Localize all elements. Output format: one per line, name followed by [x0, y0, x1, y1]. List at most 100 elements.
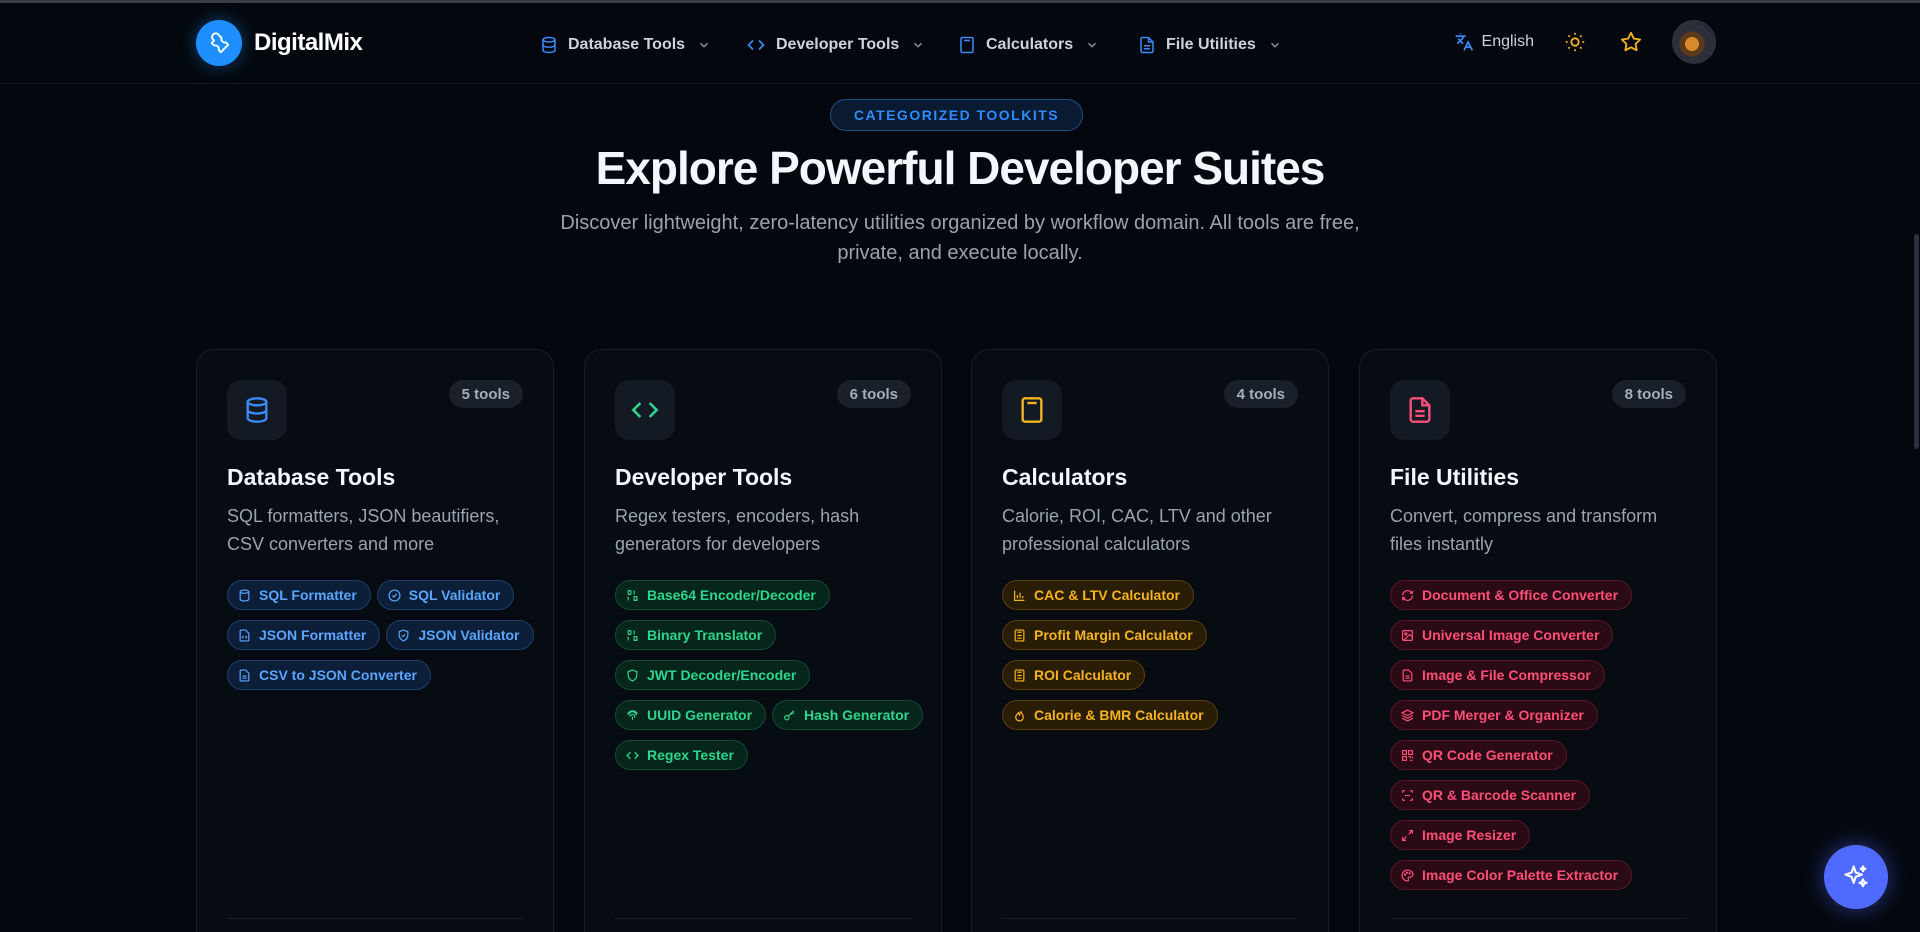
tool-tag-label: Calorie & BMR Calculator	[1034, 707, 1204, 723]
file-text-icon	[1402, 668, 1413, 682]
shield-check-icon	[398, 628, 409, 642]
nav-calculators[interactable]: Calculators	[946, 25, 1126, 65]
nav-label: Calculators	[986, 36, 1074, 53]
chevron-down-icon	[700, 42, 709, 48]
tool-tag-label: QR Code Generator	[1422, 747, 1553, 763]
fingerprint-icon	[627, 709, 638, 720]
card-description: Convert, compress and transform files in…	[1390, 506, 1658, 554]
tool-tag-label: Regex Tester	[647, 747, 734, 763]
nav-label: File Utilities	[1166, 36, 1256, 53]
nav-database-tools[interactable]: Database Tools	[528, 25, 734, 65]
category-card-database-tools[interactable]: 5 tools Database Tools SQL formatters, J…	[196, 349, 554, 932]
tool-tag-label: Binary Translator	[647, 627, 763, 643]
tool-tag-label: Image Color Palette Extractor	[1422, 867, 1619, 883]
tool-tag-jwt-decoder-encoder[interactable]: JWT Decoder/Encoder	[615, 660, 811, 690]
language-label: English	[1481, 33, 1534, 50]
database-icon	[227, 380, 287, 440]
resize-icon	[1402, 829, 1413, 841]
database-icon	[542, 36, 556, 54]
tool-tag-uuid-generator[interactable]: UUID Generator	[615, 700, 767, 730]
tool-tag-label: CSV to JSON Converter	[259, 667, 417, 683]
tool-tag-pdf-merger-organizer[interactable]: PDF Merger & Organizer	[1390, 700, 1598, 730]
category-card-developer-tools[interactable]: 6 tools Developer Tools Regex testers, e…	[584, 349, 942, 932]
calculator-icon	[1002, 380, 1062, 440]
tool-tag-label: Document & Office Converter	[1422, 587, 1619, 603]
tool-tag-label: Image Resizer	[1422, 827, 1517, 843]
tool-tag-list: Base64 Encoder/Decoder Binary Translator…	[615, 580, 925, 770]
file-text-icon	[239, 668, 250, 682]
card-description: Calorie, ROI, CAC, LTV and other profess…	[1002, 506, 1272, 554]
theme-toggle-button[interactable]	[1560, 27, 1590, 57]
brand-logo[interactable]: DigitalMix	[196, 20, 363, 66]
tool-tag-qr-barcode-scanner[interactable]: QR & Barcode Scanner	[1390, 780, 1591, 810]
tool-tag-calorie-bmr-calculator[interactable]: Calorie & BMR Calculator	[1002, 700, 1218, 730]
brand-name: DigitalMix	[254, 29, 363, 56]
database-icon	[239, 588, 250, 602]
tool-tag-image-file-compressor[interactable]: Image & File Compressor	[1390, 660, 1605, 690]
file-icon	[1390, 380, 1450, 440]
tool-tag-qr-code-generator[interactable]: QR Code Generator	[1390, 740, 1567, 770]
card-divider	[615, 918, 911, 919]
tool-tag-label: Universal Image Converter	[1422, 627, 1600, 643]
tool-count-badge: 5 tools	[448, 380, 523, 408]
tool-tag-json-formatter[interactable]: JSON Formatter	[227, 620, 381, 650]
chevron-down-icon	[1088, 42, 1097, 48]
tool-tag-document-office-converter[interactable]: Document & Office Converter	[1390, 580, 1633, 610]
code-icon	[747, 39, 765, 51]
tool-count-badge: 6 tools	[836, 380, 911, 408]
category-card-calculators[interactable]: 4 tools Calculators Calorie, ROI, CAC, L…	[971, 349, 1329, 932]
tool-tag-roi-calculator[interactable]: ROI Calculator	[1002, 660, 1146, 690]
bar-chart-icon	[1014, 590, 1025, 601]
code-icon	[626, 751, 639, 759]
tool-tag-label: SQL Validator	[408, 587, 501, 603]
card-description: SQL formatters, JSON beautifiers, CSV co…	[227, 506, 500, 554]
wrench-icon	[196, 20, 242, 66]
tool-tag-cac-ltv-calculator[interactable]: CAC & LTV Calculator	[1002, 580, 1194, 610]
chevron-down-icon	[914, 42, 923, 48]
language-selector[interactable]: English	[1454, 32, 1534, 52]
card-divider	[1002, 918, 1298, 919]
sparkles-icon	[1844, 865, 1868, 888]
code-icon	[615, 380, 675, 440]
tool-tag-profit-margin-calculator[interactable]: Profit Margin Calculator	[1002, 620, 1207, 650]
tool-tag-regex-tester[interactable]: Regex Tester	[615, 740, 748, 770]
favorites-button[interactable]	[1616, 27, 1646, 57]
tool-tag-hash-generator[interactable]: Hash Generator	[772, 700, 924, 730]
ai-assistant-button[interactable]	[1824, 845, 1888, 909]
card-title: File Utilities	[1390, 464, 1520, 490]
tool-tag-csv-to-json-converter[interactable]: CSV to JSON Converter	[227, 660, 431, 690]
binary-icon	[627, 589, 638, 601]
tool-tag-binary-translator[interactable]: Binary Translator	[615, 620, 777, 650]
tool-tag-image-color-palette-extractor[interactable]: Image Color Palette Extractor	[1390, 860, 1633, 890]
tool-tag-image-resizer[interactable]: Image Resizer	[1390, 820, 1531, 850]
tool-tag-sql-formatter[interactable]: SQL Formatter	[227, 580, 371, 610]
tool-tag-list: Document & Office Converter Universal Im…	[1390, 580, 1700, 890]
tool-tag-base64-encoder-decoder[interactable]: Base64 Encoder/Decoder	[615, 580, 830, 610]
scrollbar-thumb[interactable]	[1914, 234, 1919, 449]
card-description: Regex testers, encoders, hash generators…	[615, 506, 860, 554]
tool-tag-sql-validator[interactable]: SQL Validator	[376, 580, 515, 610]
page-scrollbar[interactable]	[1912, 84, 1920, 932]
card-divider	[1390, 918, 1686, 919]
tool-tag-label: Image & File Compressor	[1422, 667, 1591, 683]
category-card-file-utilities[interactable]: 8 tools File Utilities Convert, compress…	[1359, 349, 1717, 932]
calculator-icon	[1014, 628, 1025, 642]
tool-tag-label: CAC & LTV Calculator	[1034, 587, 1180, 603]
layers-icon	[1401, 708, 1414, 722]
tool-tag-json-validator[interactable]: JSON Validator	[386, 620, 534, 650]
tool-tag-list: SQL Formatter SQL Validator JSON Formatt…	[227, 580, 537, 690]
nav-file-utilities[interactable]: File Utilities	[1126, 25, 1296, 65]
page-subtitle: Discover lightweight, zero-latency utili…	[560, 212, 1360, 264]
avatar[interactable]	[1672, 20, 1716, 64]
tool-tag-label: Hash Generator	[804, 707, 910, 723]
tool-tag-universal-image-converter[interactable]: Universal Image Converter	[1390, 620, 1614, 650]
file-icon	[1140, 36, 1154, 54]
card-title: Database Tools	[227, 464, 396, 490]
tool-count-badge: 8 tools	[1611, 380, 1686, 408]
nav-label: Developer Tools	[776, 36, 900, 53]
nav-developer-tools[interactable]: Developer Tools	[734, 25, 946, 65]
image-icon	[1402, 629, 1413, 641]
page-title: Explore Powerful Developer Suites	[595, 142, 1326, 194]
file-code-icon	[239, 628, 250, 642]
card-title: Developer Tools	[615, 464, 793, 490]
